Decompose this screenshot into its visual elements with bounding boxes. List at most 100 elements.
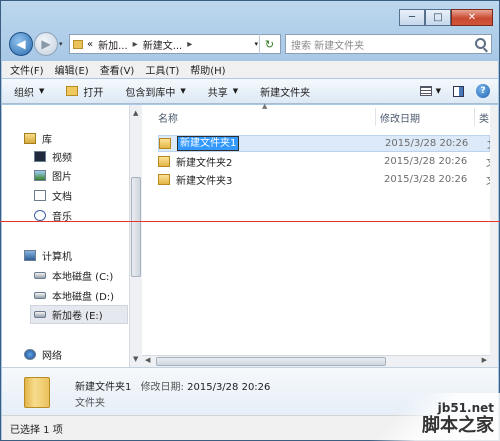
column-divider[interactable] — [375, 108, 376, 126]
file-row[interactable]: 新建文件夹2 2015/3/28 20:26 文 — [158, 153, 496, 170]
scroll-thumb[interactable] — [131, 177, 141, 277]
folder-icon — [73, 39, 83, 49]
search-input[interactable]: 搜索 新建文件夹 — [285, 34, 492, 54]
column-divider[interactable] — [474, 108, 475, 126]
column-header: ▲ 名称 修改日期 类 — [142, 102, 490, 129]
nav-label: 本地磁盘 (C:) — [52, 272, 114, 283]
breadcrumb-folder[interactable]: 新建文... — [143, 37, 183, 52]
forward-button[interactable]: ▶ — [34, 32, 58, 56]
menu-bar: 文件(F) 编辑(E) 查看(V) 工具(T) 帮助(H) — [2, 61, 498, 78]
file-date: 2015/3/28 20:26 — [384, 156, 468, 167]
menu-file[interactable]: 文件(F) — [10, 62, 44, 77]
recent-pages-dropdown[interactable]: ▾ — [59, 40, 63, 48]
back-button[interactable]: ◀ — [9, 32, 33, 56]
address-dropdown[interactable]: ▾ — [254, 40, 258, 48]
vertical-scrollbar[interactable] — [490, 105, 498, 367]
drive-icon — [34, 272, 46, 279]
drive-icon — [34, 311, 46, 318]
scroll-left-icon[interactable]: ◀ — [145, 356, 150, 364]
scroll-down-icon[interactable]: ▼ — [133, 355, 138, 363]
nav-network[interactable]: 网络 — [24, 347, 62, 362]
menu-edit[interactable]: 编辑(E) — [55, 62, 89, 77]
open-icon — [66, 86, 79, 96]
menu-tools[interactable]: 工具(T) — [145, 62, 179, 77]
nav-drive-e[interactable]: 新加卷 (E:) — [30, 305, 128, 324]
video-icon — [34, 151, 46, 162]
library-icon — [24, 133, 36, 144]
view-controls: ▼ ? — [408, 84, 490, 98]
command-bar: 组织 ▼ 打开 包含到库中 ▼ 共享 ▼ 新建文件夹 ▼ ? — [2, 79, 498, 104]
folder-icon — [159, 138, 171, 149]
column-date[interactable]: 修改日期 — [380, 110, 420, 125]
file-list: ▲ 名称 修改日期 类 新建文件夹1 2015/3/28 20:26 文 新建文… — [142, 102, 497, 367]
nav-label: 视频 — [52, 153, 72, 164]
address-bar[interactable]: « 新加... ▸ 新建文... ▸ ▾ — [69, 34, 281, 54]
nav-label: 库 — [42, 135, 52, 146]
network-icon — [24, 349, 36, 360]
breadcrumb-overflow[interactable]: « — [87, 39, 93, 50]
chevron-down-icon: ▼ — [232, 87, 239, 95]
organize-label: 组织 — [14, 87, 34, 99]
preview-pane-icon[interactable] — [453, 85, 464, 97]
menu-view[interactable]: 查看(V) — [100, 62, 135, 77]
file-row[interactable]: 新建文件夹1 2015/3/28 20:26 文 — [158, 135, 497, 152]
search-icon[interactable] — [475, 38, 486, 49]
folder-icon — [158, 156, 170, 167]
new-folder-label: 新建文件夹 — [260, 87, 311, 99]
folder-icon — [24, 377, 50, 408]
help-icon[interactable]: ? — [476, 84, 490, 98]
new-folder-button[interactable]: 新建文件夹 — [260, 84, 310, 99]
nav-computer[interactable]: 计算机 — [24, 248, 72, 263]
column-name[interactable]: 名称 — [158, 110, 178, 125]
details-name: 新建文件夹1 — [75, 382, 132, 393]
nav-label: 图片 — [52, 172, 72, 183]
details-date-label: 修改日期: — [140, 382, 184, 393]
nav-documents[interactable]: 文档 — [34, 188, 72, 203]
nav-label: 计算机 — [42, 252, 72, 263]
horizontal-scrollbar[interactable]: ◀ ▶ — [142, 355, 490, 367]
nav-label: 新加卷 (E:) — [52, 311, 103, 322]
refresh-icon[interactable]: ↻ — [259, 34, 279, 54]
maximize-button[interactable]: □ — [425, 9, 451, 26]
file-name: 新建文件夹3 — [176, 176, 233, 187]
chevron-down-icon: ▼ — [180, 87, 186, 95]
computer-icon — [24, 250, 36, 261]
share-button[interactable]: 共享 ▼ — [208, 84, 238, 99]
drive-icon — [34, 292, 46, 299]
breadcrumb-separator[interactable]: ▸ — [187, 39, 192, 50]
nav-scrollbar[interactable]: ▲ ▼ — [129, 105, 142, 367]
scroll-right-icon[interactable]: ▶ — [482, 356, 487, 364]
watermark-text: 脚本之家 — [422, 415, 494, 436]
scroll-up-icon[interactable]: ▲ — [133, 109, 138, 117]
nav-drive-d[interactable]: 本地磁盘 (D:) — [34, 288, 114, 303]
minimize-button[interactable]: ─ — [399, 9, 425, 26]
status-text: 已选择 1 项 — [10, 424, 63, 436]
open-button[interactable]: 打开 — [66, 84, 103, 99]
organize-button[interactable]: 组织 ▼ — [14, 84, 44, 99]
chevron-down-icon[interactable]: ▼ — [436, 87, 441, 95]
nav-label: 网络 — [42, 351, 62, 362]
navigation-pane: 库 视频 图片 文档 音乐 计算机 本地磁盘 (C:) 本地磁盘 (D:) 新加… — [2, 105, 129, 367]
sort-arrow-icon: ▲ — [262, 102, 268, 110]
breadcrumb-drive[interactable]: 新加... — [98, 37, 128, 52]
file-name: 新建文件夹2 — [176, 158, 233, 169]
pictures-icon — [34, 170, 46, 181]
rename-input[interactable]: 新建文件夹1 — [177, 136, 240, 151]
nav-library[interactable]: 库 — [24, 131, 52, 146]
nav-video[interactable]: 视频 — [34, 149, 72, 164]
folder-icon — [158, 174, 170, 185]
file-row[interactable]: 新建文件夹3 2015/3/28 20:26 文 — [158, 171, 496, 188]
scroll-thumb[interactable] — [156, 357, 386, 366]
column-type[interactable]: 类 — [479, 110, 489, 125]
documents-icon — [34, 190, 46, 201]
nav-drive-c[interactable]: 本地磁盘 (C:) — [34, 268, 113, 283]
close-button[interactable]: ✕ — [451, 9, 493, 26]
details-title: 新建文件夹1 修改日期: 2015/3/28 20:26 — [75, 378, 270, 393]
nav-pictures[interactable]: 图片 — [34, 168, 72, 183]
view-options-icon[interactable] — [419, 86, 432, 96]
caption-buttons: ─ □ ✕ — [399, 9, 493, 26]
breadcrumb-separator[interactable]: ▸ — [133, 39, 138, 50]
menu-help[interactable]: 帮助(H) — [190, 62, 225, 77]
include-in-library-button[interactable]: 包含到库中 ▼ — [125, 84, 185, 99]
nav-label: 本地磁盘 (D:) — [52, 292, 115, 303]
